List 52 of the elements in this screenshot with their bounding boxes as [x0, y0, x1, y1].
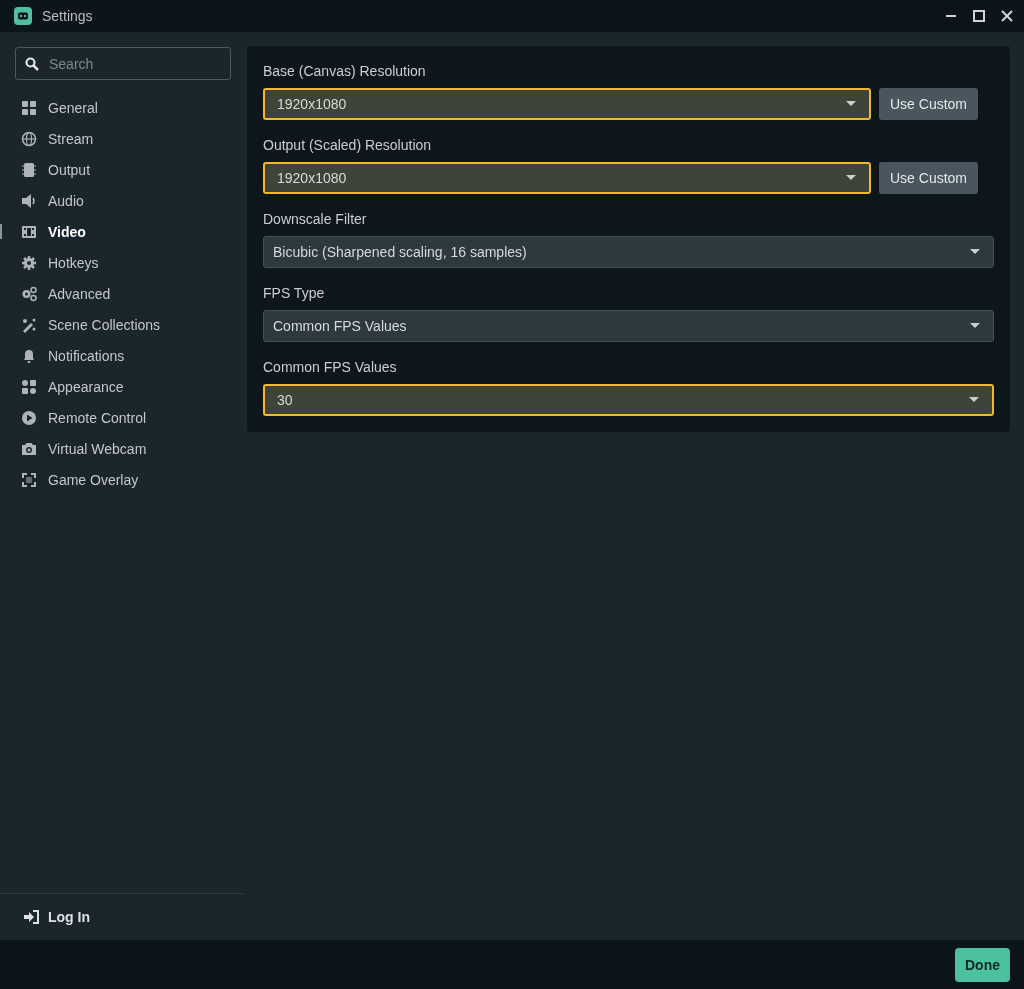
tiles-icon — [21, 378, 37, 395]
frame-icon — [21, 471, 37, 488]
sidebar-item[interactable]: Hotkeys — [0, 247, 245, 278]
dropdown[interactable]: Common FPS Values — [263, 310, 994, 342]
use-custom-button[interactable]: Use Custom — [879, 88, 978, 120]
dropdown[interactable]: Bicubic (Sharpened scaling, 16 samples) — [263, 236, 994, 268]
sidebar-item[interactable]: Video — [0, 216, 245, 247]
sidebar-item[interactable]: Virtual Webcam — [0, 433, 245, 464]
sidebar-item[interactable]: General — [0, 92, 245, 123]
sidebar-item[interactable]: Audio — [0, 185, 245, 216]
grid-icon — [21, 99, 37, 116]
dropdown[interactable]: 30 — [263, 384, 994, 416]
sidebar-item[interactable]: Remote Control — [0, 402, 245, 433]
log-in-link[interactable]: Log In — [24, 909, 90, 925]
use-custom-button[interactable]: Use Custom — [879, 162, 978, 194]
sidebar-item[interactable]: Stream — [0, 123, 245, 154]
caret-icon — [970, 249, 980, 255]
sidebar-item[interactable]: Appearance — [0, 371, 245, 402]
close-icon[interactable] — [1000, 9, 1014, 23]
sidebar-item[interactable]: Notifications — [0, 340, 245, 371]
search-field[interactable]: Search — [15, 47, 231, 80]
caret-icon — [846, 175, 856, 181]
sidebar-item[interactable]: Scene Collections — [0, 309, 245, 340]
done-button[interactable]: Done — [955, 947, 1010, 982]
play-icon — [21, 409, 37, 426]
search-icon — [25, 57, 39, 71]
caret-icon — [970, 323, 980, 329]
gears-icon — [21, 285, 37, 302]
caret-icon — [969, 397, 979, 403]
sidebar-item[interactable]: Game Overlay — [0, 464, 245, 495]
maximize-icon[interactable] — [972, 9, 986, 23]
field-label: Output (Scaled) Resolution — [263, 137, 433, 153]
sidebar-item[interactable]: Advanced — [0, 278, 245, 309]
film-icon — [21, 223, 37, 240]
field-label: FPS Type — [263, 285, 326, 301]
caret-icon — [846, 101, 856, 107]
field-label: Common FPS Values — [263, 359, 398, 375]
chip-icon — [21, 161, 37, 178]
camera-icon — [21, 440, 37, 457]
bell-icon — [21, 347, 37, 364]
field-label: Downscale Filter — [263, 211, 368, 227]
dropdown[interactable]: 1920x1080 — [263, 88, 871, 120]
speaker-icon — [21, 192, 37, 209]
dropdown[interactable]: 1920x1080 — [263, 162, 871, 194]
wand-icon — [21, 316, 37, 333]
app-logo-icon — [14, 7, 32, 25]
window-title: Settings — [42, 8, 94, 24]
gear-icon — [21, 254, 37, 271]
field-label: Base (Canvas) Resolution — [263, 63, 427, 79]
globe-icon — [21, 130, 37, 147]
sign-in-icon — [24, 910, 40, 924]
sidebar-item[interactable]: Output — [0, 154, 245, 185]
